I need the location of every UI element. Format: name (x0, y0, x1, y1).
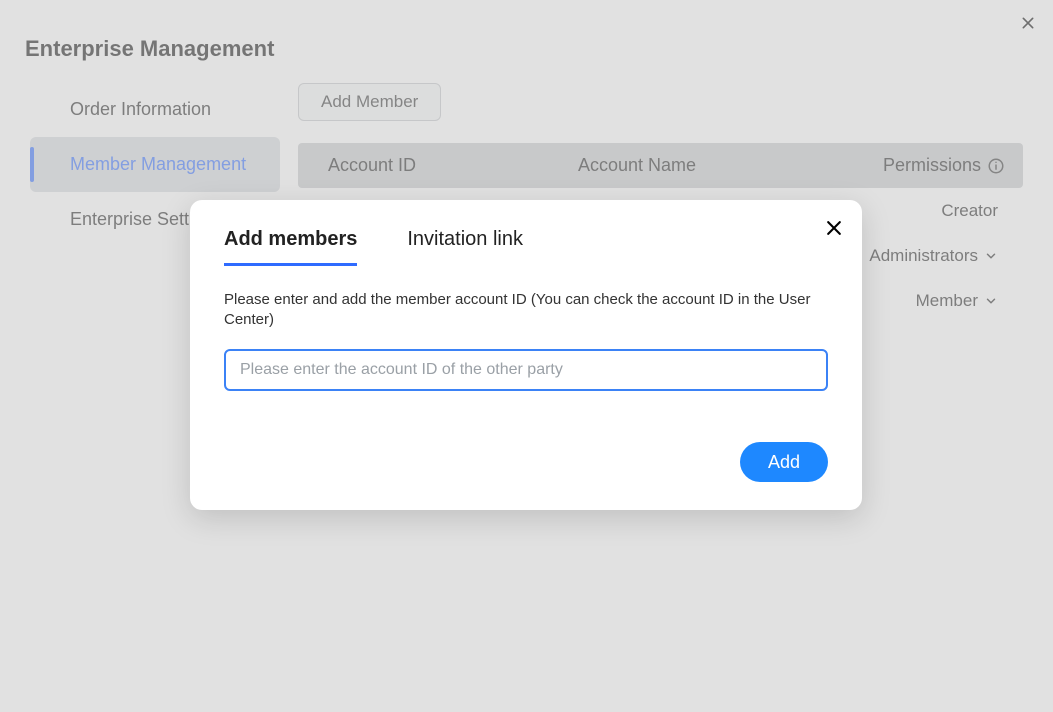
close-icon[interactable] (824, 218, 844, 238)
modal-tabs: Add members Invitation link (224, 228, 828, 266)
modal-description: Please enter and add the member account … (224, 290, 828, 331)
tab-add-members[interactable]: Add members (224, 228, 357, 266)
modal-footer: Add (740, 442, 828, 482)
tab-invitation-link[interactable]: Invitation link (407, 228, 523, 266)
enterprise-management-page: Enterprise Management Order Information … (0, 0, 1053, 712)
add-members-modal: Add members Invitation link Please enter… (190, 200, 862, 510)
account-id-input[interactable] (224, 349, 828, 391)
add-button[interactable]: Add (740, 442, 828, 482)
